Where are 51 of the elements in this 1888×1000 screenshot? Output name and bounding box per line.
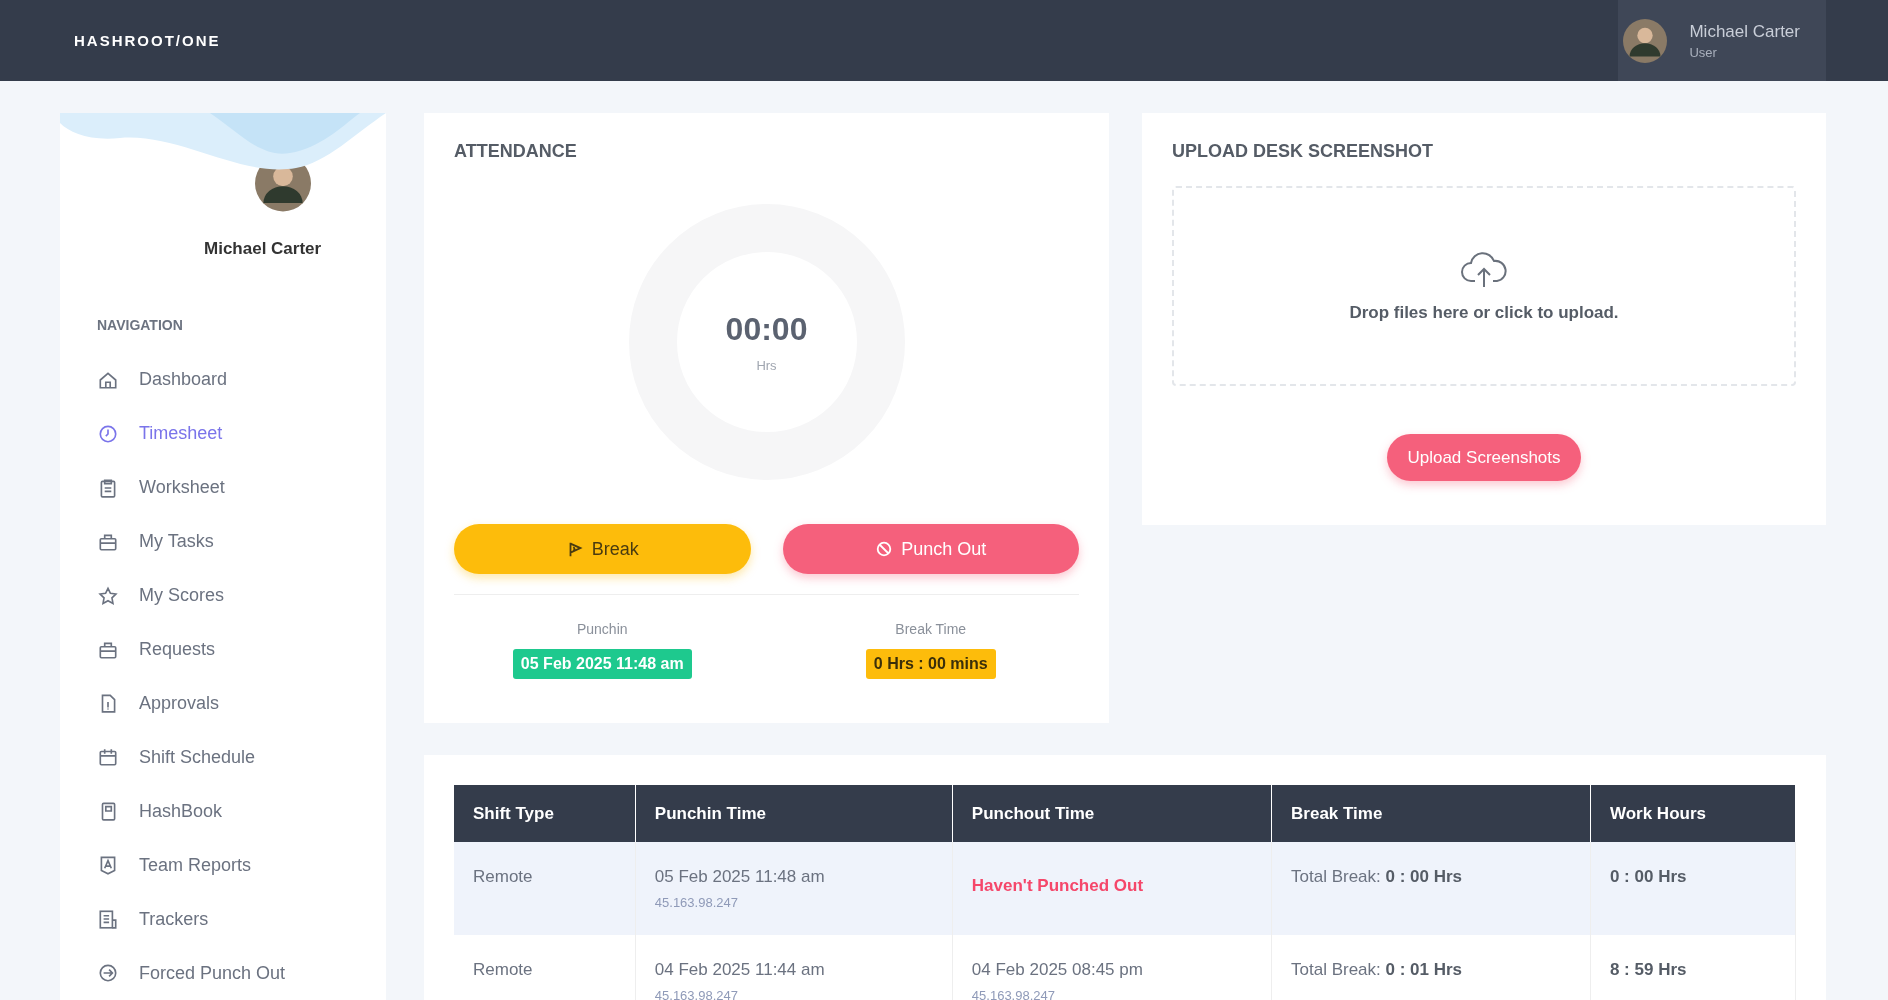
- stat-label: Punchin: [576, 621, 628, 637]
- punch-out-button[interactable]: Punch Out: [782, 524, 1079, 574]
- column-header: Work Hours: [1590, 785, 1796, 842]
- user-name: Michael Carter: [1689, 21, 1800, 42]
- table-cell-text: 04 Feb 2025 11:44 am: [654, 960, 826, 980]
- nav-item[interactable]: Shift Schedule: [97, 730, 256, 785]
- logo: HASHROOT/ONE: [74, 32, 221, 49]
- nav-item[interactable]: Dashboard: [97, 353, 228, 407]
- ip-address: 45.163.98.247: [971, 988, 1056, 1000]
- table-cell-text: Remote: [473, 960, 534, 980]
- ip-address: 45.163.98.247: [654, 988, 739, 1000]
- nav-item[interactable]: My Scores: [97, 568, 225, 623]
- table-cell-text: Total Break: 0 : 00 Hrs: [1291, 867, 1464, 887]
- user-menu[interactable]: Michael Carter User: [1618, 0, 1826, 81]
- drop-hint: Drop files here or click to upload.: [1349, 303, 1619, 323]
- nav-item[interactable]: Forced Punch Out: [97, 946, 286, 1000]
- card-title: ATTENDANCE: [454, 141, 578, 162]
- upload-button[interactable]: Upload Screenshots: [1387, 434, 1581, 481]
- table-cell-text: Remote: [473, 867, 534, 887]
- nav-item[interactable]: HashBook: [97, 784, 223, 839]
- nav-item[interactable]: Team Reports: [97, 838, 252, 893]
- stat-value: 05 Feb 2025 11:48 am: [512, 649, 692, 679]
- user-role: User: [1689, 44, 1718, 60]
- nav-item[interactable]: Requests: [97, 622, 216, 677]
- card-title: UPLOAD DESK SCREENSHOT: [1172, 141, 1435, 162]
- drop-zone[interactable]: Drop files here or click to upload.: [1172, 186, 1796, 386]
- nav-item[interactable]: Worksheet: [97, 460, 225, 515]
- timer-unit: Hrs: [756, 358, 777, 373]
- break-button[interactable]: Break: [454, 524, 751, 574]
- table-cell-text: Total Break: 0 : 01 Hrs: [1291, 960, 1464, 980]
- status-text: Haven't Punched Out: [971, 876, 1145, 896]
- timer: 00:00: [725, 311, 808, 348]
- section-label: NAVIGATION: [97, 317, 184, 333]
- table-cell-text: 0 : 00 Hrs: [1609, 867, 1688, 887]
- column-header: Punchout Time: [952, 785, 1272, 842]
- nav-item[interactable]: Timesheet: [97, 406, 223, 461]
- profile-name: Michael Carter: [204, 239, 323, 259]
- table-row[interactable]: Remote 05 Feb 2025 11:48 am 45.163.98.247 Haven't Punched Out Total Break: 0 : 00 Hrs 0 : 00 Hrs: [454, 842, 1796, 935]
- table-cell-text: 04 Feb 2025 08:45 pm: [971, 960, 1144, 980]
- nav-item[interactable]: Approvals: [97, 676, 220, 731]
- stat-label: Break Time: [895, 621, 967, 637]
- column-header: Punchin Time: [635, 785, 953, 842]
- table-cell-text: 05 Feb 2025 11:48 am: [654, 867, 826, 887]
- nav-item[interactable]: Trackers: [97, 892, 209, 947]
- column-header: Shift Type: [454, 785, 636, 842]
- ip-address: 45.163.98.247: [654, 895, 739, 910]
- table-row[interactable]: Remote 04 Feb 2025 11:44 am 45.163.98.247 04 Feb 2025 08:45 pm 45.163.98.247 Total Break: 0 : 01 Hrs 8 : 59 Hrs: [454, 935, 1796, 1000]
- column-header: Break Time: [1271, 785, 1591, 842]
- table-cell-text: 8 : 59 Hrs: [1609, 960, 1688, 980]
- stat-value: 0 Hrs : 00 mins: [865, 649, 996, 679]
- nav-item[interactable]: My Tasks: [97, 514, 214, 569]
